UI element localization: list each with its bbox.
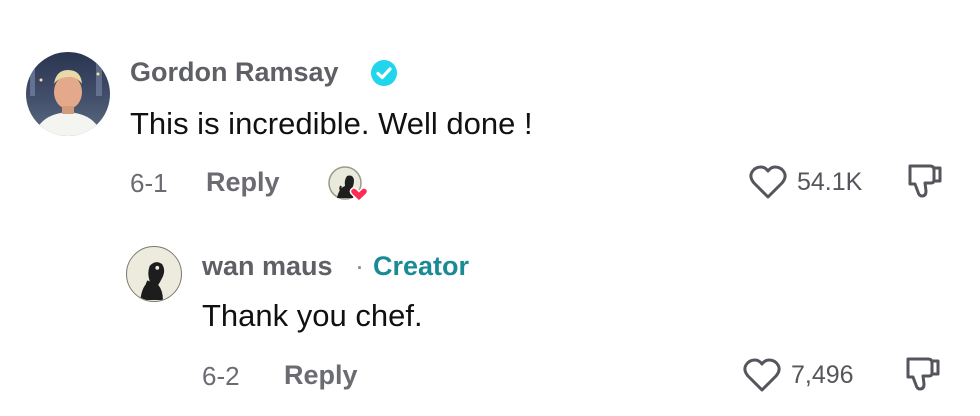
verified-badge-icon (371, 60, 397, 86)
reply-username[interactable]: wan maus (202, 251, 333, 282)
reply-button[interactable]: Reply (284, 360, 358, 391)
commenter-avatar[interactable] (26, 52, 110, 136)
reply-text: Thank you chef. (202, 298, 423, 333)
creator-portrait-icon (140, 262, 165, 300)
like-heart-icon[interactable] (748, 164, 788, 200)
dislike-thumb-icon[interactable] (904, 160, 944, 200)
like-count: 7,496 (791, 361, 854, 389)
dislike-thumb-icon[interactable] (902, 353, 942, 393)
creator-avatar[interactable] (126, 246, 182, 302)
person-photo-icon (30, 60, 102, 136)
like-heart-icon[interactable] (742, 357, 782, 393)
reply-date: 6-2 (202, 361, 240, 391)
like-count: 54.1K (797, 168, 863, 196)
commenter-username[interactable]: Gordon Ramsay (130, 57, 339, 88)
creator-heart-avatar-icon (327, 164, 371, 204)
reply-button[interactable]: Reply (206, 167, 280, 198)
comment-text: This is incredible. Well done ! (130, 106, 533, 141)
name-separator: · (355, 251, 364, 281)
creator-badge: Creator (373, 251, 470, 281)
comment-date: 6-1 (130, 168, 168, 198)
